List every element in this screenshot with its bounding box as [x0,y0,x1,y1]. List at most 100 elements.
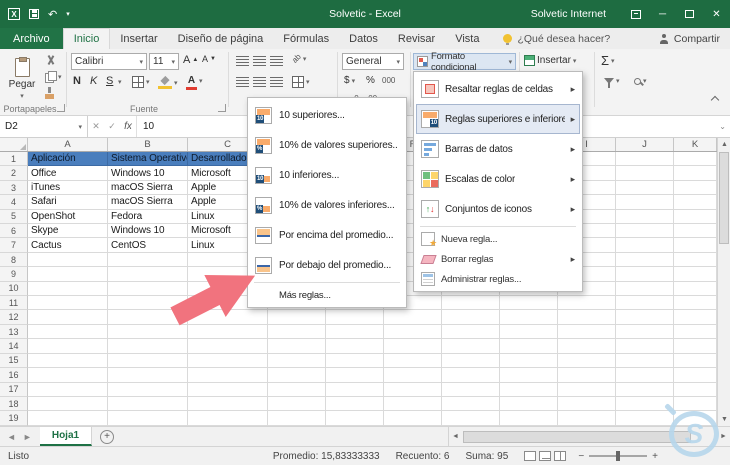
new-sheet-button[interactable]: + [100,429,115,444]
autosum-button[interactable]: Σ ▾ [601,53,615,68]
scroll-up-icon[interactable]: ▲ [718,138,730,151]
formula-bar-expand-icon[interactable]: ⌄ [719,122,726,131]
cell-g18[interactable] [442,396,500,412]
cancel-icon[interactable]: ✕ [88,121,104,132]
orientation-button[interactable]: ▾ [292,54,307,63]
tab-inicio[interactable]: Inicio [62,28,111,49]
cell-b3[interactable]: macOS Sierra [108,180,188,196]
cell-d12[interactable] [268,310,326,325]
qat-customize-icon[interactable]: ▾ [66,10,70,18]
cell-j2[interactable] [616,166,674,181]
fill-color-button[interactable]: ▾ [158,76,178,89]
conditional-formatting-button[interactable]: Formato condicional ▾ [413,51,516,73]
vertical-scroll-thumb[interactable] [719,152,729,244]
cell-j7[interactable] [616,238,674,253]
cell-k12[interactable] [674,310,717,325]
tab-formulas[interactable]: Fórmulas [273,28,339,49]
cell-i13[interactable] [558,324,616,340]
cell-b17[interactable] [108,382,188,397]
cell-d15[interactable] [268,353,326,369]
tab-vista[interactable]: Vista [445,28,489,49]
cell-j12[interactable] [616,310,674,325]
cell-i17[interactable] [558,382,616,397]
cell-g16[interactable] [442,368,500,383]
cell-a6[interactable]: Skype [28,224,108,239]
cell-j8[interactable] [616,252,674,268]
cell-e12[interactable] [326,310,384,325]
scroll-left-icon[interactable]: ◄ [449,430,462,443]
font-name-combobox[interactable]: Calibri ▾ [71,53,147,70]
cell-c13[interactable] [188,324,268,340]
cell-b10[interactable] [108,281,188,297]
cell-c17[interactable] [188,382,268,397]
ribbon-display-options-icon[interactable] [622,0,649,28]
bold-button[interactable]: N [73,75,81,87]
cell-k6[interactable] [674,224,717,239]
enter-icon[interactable]: ✓ [104,121,120,132]
collapse-ribbon-icon[interactable] [710,95,720,105]
cell-b16[interactable] [108,368,188,383]
cell-k17[interactable] [674,382,717,397]
column-header-k[interactable]: K [674,138,717,151]
clipboard-dialog-launcher-icon[interactable] [57,104,65,112]
zoom-out-icon[interactable]: − [578,451,584,462]
name-box[interactable]: D2 ▾ [0,116,88,137]
cell-h12[interactable] [500,310,558,325]
cell-d17[interactable] [268,382,326,397]
cell-h15[interactable] [500,353,558,369]
cell-a10[interactable] [28,281,108,297]
font-dialog-launcher-icon[interactable] [218,104,226,112]
cell-f13[interactable] [384,324,442,340]
sort-filter-button[interactable]: ▾ [604,77,620,88]
cell-b5[interactable]: Fedora [108,209,188,225]
column-header-j[interactable]: J [616,138,674,151]
account-name[interactable]: Solvetic Internet [531,8,606,20]
minimize-button[interactable]: ─ [649,0,676,28]
align-top-button[interactable] [236,56,249,66]
cell-a4[interactable]: Safari [28,195,108,210]
tab-revisar[interactable]: Revisar [388,28,445,49]
cell-j14[interactable] [616,339,674,354]
cell-k15[interactable] [674,353,717,369]
cell-k10[interactable] [674,281,717,297]
cell-k13[interactable] [674,324,717,340]
cell-h16[interactable] [500,368,558,383]
cell-c14[interactable] [188,339,268,354]
cell-a14[interactable] [28,339,108,354]
zoom-in-icon[interactable]: + [652,451,658,462]
tab-insertar[interactable]: Insertar [110,28,167,49]
cell-a8[interactable] [28,252,108,268]
row-header-10[interactable]: 10 [0,281,28,297]
cell-k2[interactable] [674,166,717,181]
maximize-button[interactable] [676,0,703,28]
merge-center-button[interactable]: ▾ [292,76,310,88]
increase-font-size-button[interactable]: A ▲ [183,54,198,66]
align-bottom-button[interactable] [270,56,283,66]
cell-g13[interactable] [442,324,500,340]
cell-a13[interactable] [28,324,108,340]
cell-k4[interactable] [674,195,717,210]
row-header-3[interactable]: 3 [0,180,28,196]
tab-datos[interactable]: Datos [339,28,388,49]
zoom-slider[interactable] [589,451,648,461]
row-header-6[interactable]: 6 [0,224,28,239]
cell-j13[interactable] [616,324,674,340]
cell-j9[interactable] [616,267,674,282]
cell-b1[interactable]: Sistema Operativo [108,152,188,167]
sheet-nav-right-icon[interactable]: ► [23,432,32,442]
cell-b13[interactable] [108,324,188,340]
row-header-11[interactable]: 11 [0,296,28,311]
cell-a18[interactable] [28,396,108,412]
menu-item-borrar-reglas[interactable]: Borrar reglas ▸ [416,249,580,269]
cell-c15[interactable] [188,353,268,369]
tell-me-box[interactable]: ¿Qué desea hacer? [503,28,610,49]
row-header-4[interactable]: 4 [0,195,28,210]
cell-a2[interactable]: Office [28,166,108,181]
save-icon[interactable] [29,9,39,19]
cell-g11[interactable] [442,296,500,311]
cell-e13[interactable] [326,324,384,340]
cell-d13[interactable] [268,324,326,340]
menu-item-administrar-reglas[interactable]: Administrar reglas... [416,269,580,289]
number-format-combobox[interactable]: General ▾ [342,53,404,70]
cell-k7[interactable] [674,238,717,253]
